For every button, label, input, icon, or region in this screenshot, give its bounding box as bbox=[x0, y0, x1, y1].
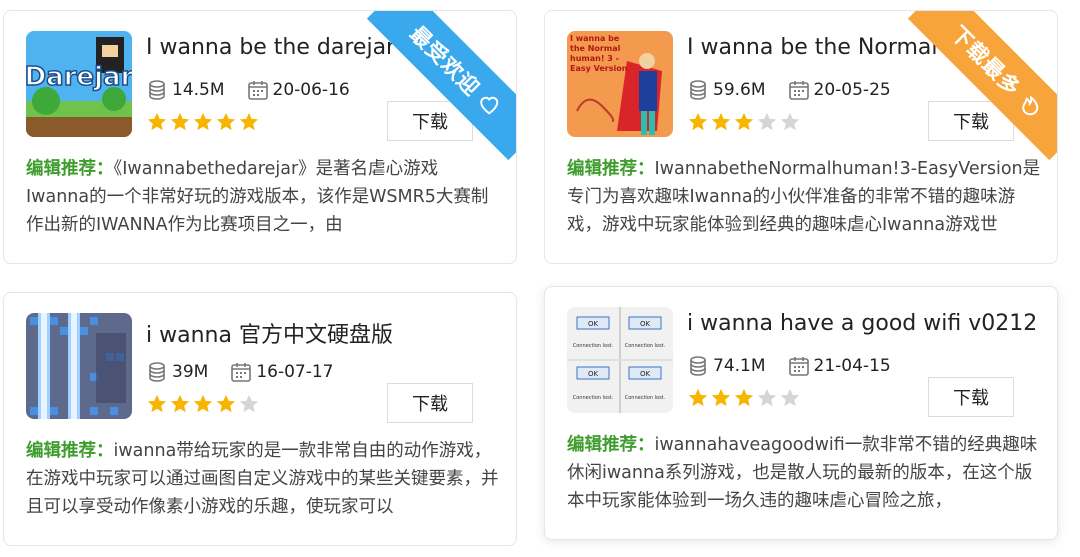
star-rating bbox=[687, 387, 802, 409]
file-size: 74.1M bbox=[713, 356, 766, 376]
database-icon bbox=[146, 79, 168, 101]
file-size: 39M bbox=[172, 362, 209, 382]
ribbon-label: 最受欢迎 bbox=[405, 21, 485, 101]
game-thumbnail[interactable] bbox=[26, 313, 132, 419]
star-icon bbox=[169, 393, 191, 415]
thumb-ok-text: OK bbox=[640, 320, 651, 328]
file-size: 14.5M bbox=[172, 80, 225, 100]
calendar-icon bbox=[788, 355, 810, 377]
star-icon bbox=[756, 111, 778, 133]
star-icon bbox=[779, 387, 801, 409]
game-title[interactable]: I wanna be the darejar bbox=[146, 35, 395, 60]
calendar-icon bbox=[247, 79, 269, 101]
star-icon bbox=[238, 111, 260, 133]
game-title[interactable]: i wanna 官方中文硬盘版 bbox=[146, 317, 393, 349]
thumb-ok-text: OK bbox=[588, 320, 599, 328]
ribbon-label: 下载最多 bbox=[946, 21, 1026, 101]
download-button[interactable]: 下载 bbox=[387, 383, 473, 423]
star-rating bbox=[687, 111, 802, 133]
star-icon bbox=[733, 111, 755, 133]
star-icon bbox=[192, 393, 214, 415]
star-rating bbox=[146, 111, 261, 133]
game-title[interactable]: i wanna have a good wifi v0212 bbox=[687, 311, 1037, 336]
star-icon bbox=[169, 111, 191, 133]
star-icon bbox=[238, 393, 260, 415]
database-icon bbox=[687, 79, 709, 101]
star-icon bbox=[146, 111, 168, 133]
editor-recommendation: 编辑推荐：iwannahaveagoodwifi一款非常不错的经典趣味休闲iwa… bbox=[567, 431, 1041, 515]
heart-icon bbox=[480, 96, 499, 115]
star-icon bbox=[146, 393, 168, 415]
star-icon bbox=[710, 387, 732, 409]
star-icon bbox=[687, 111, 709, 133]
calendar-icon bbox=[788, 79, 810, 101]
recommend-label: 编辑推荐： bbox=[567, 159, 655, 179]
thumb-lost-text: Connection lost. bbox=[625, 395, 666, 401]
game-card[interactable]: i wanna 官方中文硬盘版 39M 16-07-17 下载 编辑推荐：iwa… bbox=[3, 292, 517, 546]
star-icon bbox=[215, 111, 237, 133]
recommend-label: 编辑推荐： bbox=[26, 441, 114, 461]
update-date: 20-05-25 bbox=[813, 80, 891, 100]
editor-recommendation: 编辑推荐：iwanna带给玩家的是一款非常自由的动作游戏，在游戏中玩家可以通过画… bbox=[26, 437, 500, 521]
game-card[interactable]: I wanna be the Normal human! 3 - Easy Ve… bbox=[544, 10, 1058, 264]
editor-recommendation: 编辑推荐：IwannabetheNormalhuman!3-EasyVersio… bbox=[567, 155, 1041, 239]
database-icon bbox=[687, 355, 709, 377]
star-rating bbox=[146, 393, 261, 415]
game-meta: 74.1M 21-04-15 bbox=[687, 355, 891, 377]
game-meta: 14.5M 20-06-16 bbox=[146, 79, 350, 101]
thumbnail-title-text: I wanna be the Normal human! 3 - Easy Ve… bbox=[570, 34, 628, 73]
download-button[interactable]: 下载 bbox=[387, 101, 473, 141]
game-thumbnail[interactable]: I wanna be the Normal human! 3 - Easy Ve… bbox=[567, 31, 673, 137]
star-icon bbox=[215, 393, 237, 415]
recommend-label: 编辑推荐： bbox=[567, 435, 655, 455]
game-thumbnail[interactable]: OK OK OK OK Connection lost. Connection … bbox=[567, 307, 673, 413]
star-icon bbox=[192, 111, 214, 133]
download-button[interactable]: 下载 bbox=[928, 101, 1014, 141]
calendar-icon bbox=[230, 361, 252, 383]
editor-recommendation: 编辑推荐：《Iwannabethedarejar》是著名虐心游戏Iwanna的一… bbox=[26, 155, 500, 239]
thumb-lost-text: Connection lost. bbox=[573, 343, 614, 349]
thumb-lost-text: Connection lost. bbox=[625, 343, 666, 349]
update-date: 21-04-15 bbox=[813, 356, 891, 376]
game-card[interactable]: OK OK OK OK Connection lost. Connection … bbox=[544, 286, 1058, 540]
star-icon bbox=[779, 111, 801, 133]
star-icon bbox=[710, 111, 732, 133]
thumb-ok-text: OK bbox=[588, 370, 599, 378]
thumb-lost-text: Connection lost. bbox=[573, 395, 614, 401]
recommend-label: 编辑推荐： bbox=[26, 159, 114, 179]
game-meta: 39M 16-07-17 bbox=[146, 361, 333, 383]
game-card[interactable]: Darejar I wanna be the darejar 14.5M 20-… bbox=[3, 10, 517, 264]
thumb-ok-text: OK bbox=[640, 370, 651, 378]
thumbnail-title-text: Darejar bbox=[26, 62, 132, 92]
star-icon bbox=[733, 387, 755, 409]
flame-icon bbox=[1022, 95, 1039, 116]
update-date: 20-06-16 bbox=[272, 80, 350, 100]
file-size: 59.6M bbox=[713, 80, 766, 100]
star-icon bbox=[687, 387, 709, 409]
game-title[interactable]: I wanna be the Normal bbox=[687, 35, 938, 60]
game-meta: 59.6M 20-05-25 bbox=[687, 79, 891, 101]
update-date: 16-07-17 bbox=[256, 362, 334, 382]
download-button[interactable]: 下载 bbox=[928, 377, 1014, 417]
database-icon bbox=[146, 361, 168, 383]
star-icon bbox=[756, 387, 778, 409]
game-thumbnail[interactable]: Darejar bbox=[26, 31, 132, 137]
